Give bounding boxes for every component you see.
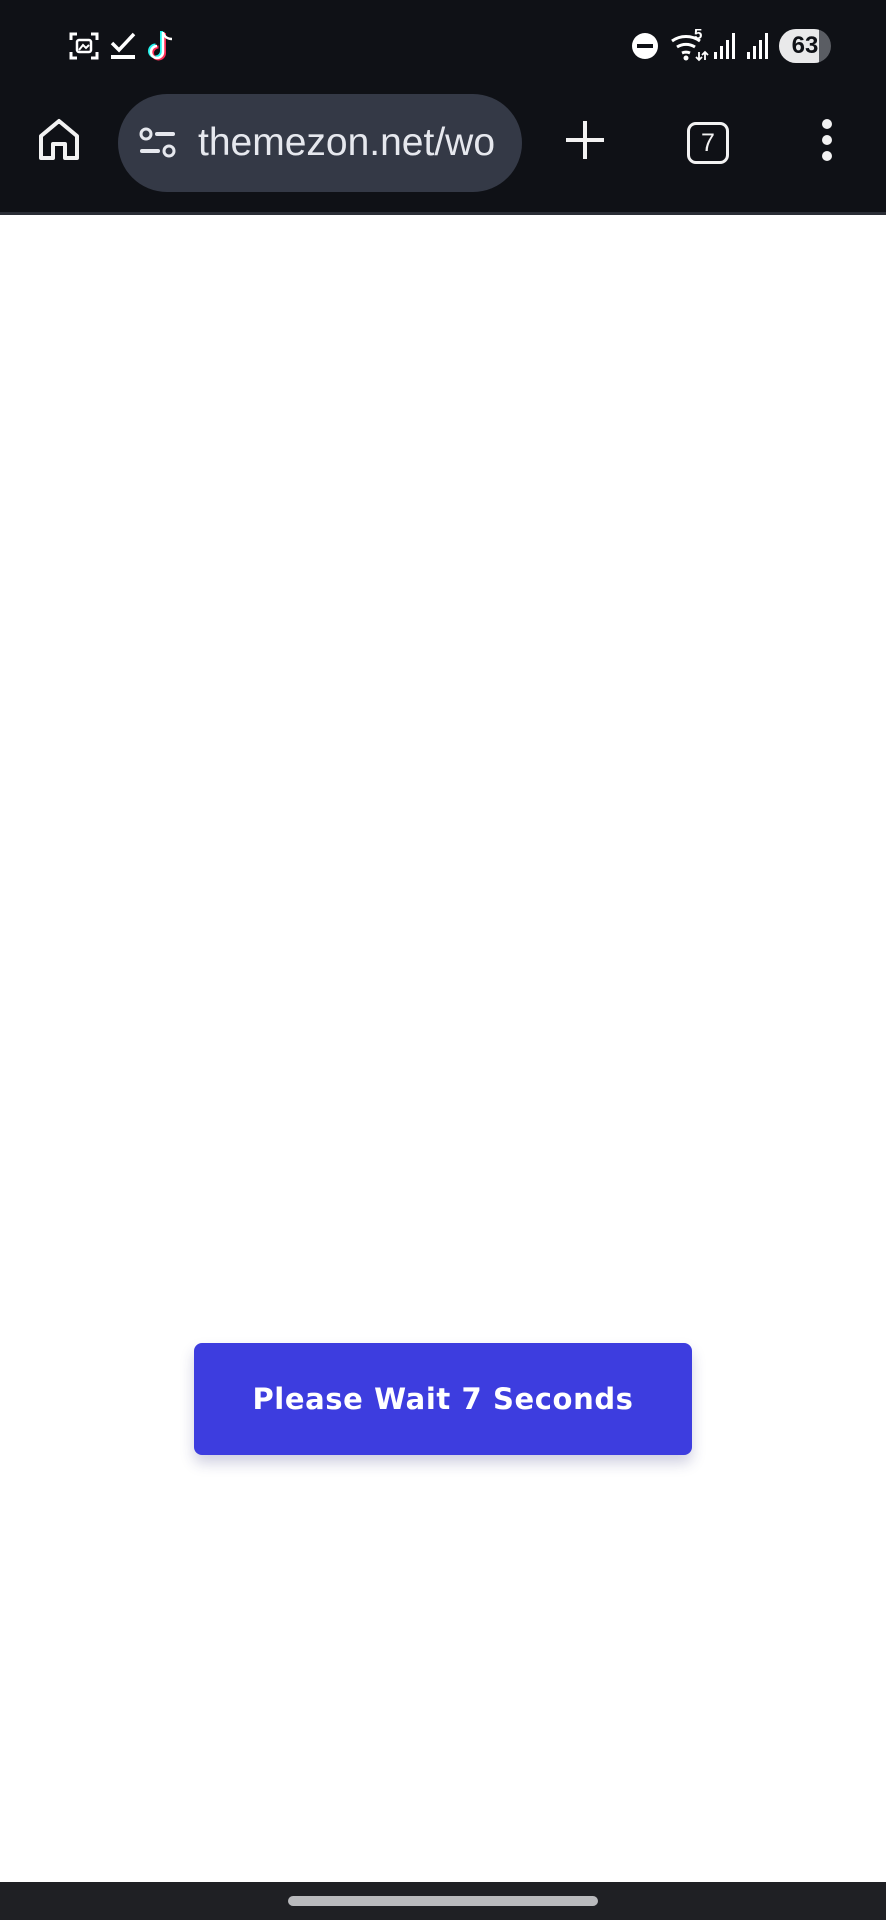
tab-switcher-button[interactable]: 7: [687, 122, 729, 164]
site-settings-icon[interactable]: [138, 126, 178, 160]
do-not-disturb-icon: [632, 33, 658, 59]
battery-indicator: 63: [779, 29, 831, 63]
tiktok-icon: [148, 31, 173, 61]
web-page: [0, 215, 886, 1882]
signal-icon: [714, 33, 735, 59]
home-icon[interactable]: [36, 116, 82, 162]
screenshot-icon: [69, 32, 99, 60]
new-tab-icon[interactable]: [563, 118, 607, 162]
url-text[interactable]: themezon.net/wo: [198, 94, 518, 192]
wait-button[interactable]: Please Wait 7 Seconds: [194, 1343, 692, 1455]
status-bar: 5 63: [0, 0, 886, 92]
wifi-standard-label: 5: [694, 26, 703, 43]
gesture-handle[interactable]: [288, 1896, 598, 1906]
battery-level: 63: [791, 32, 819, 59]
wifi-icon: [671, 34, 709, 62]
more-menu-icon[interactable]: [817, 118, 837, 162]
address-bar[interactable]: themezon.net/wo: [118, 94, 522, 192]
checklist-icon: [110, 32, 136, 59]
browser-toolbar: themezon.net/wo 7: [0, 92, 886, 212]
signal-icon: [747, 33, 768, 59]
